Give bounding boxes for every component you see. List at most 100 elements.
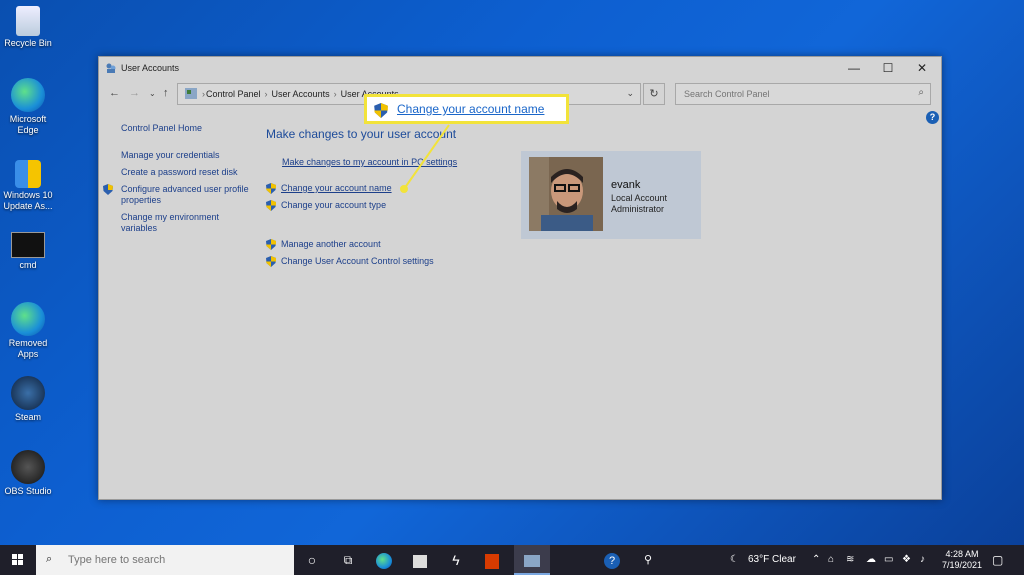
date: 7/19/2021 bbox=[941, 560, 983, 570]
notifications-icon[interactable]: ▢ bbox=[992, 545, 1003, 575]
maximize-button[interactable]: ☐ bbox=[871, 57, 905, 79]
desktop-icon-recycle-bin[interactable]: Recycle Bin bbox=[0, 6, 56, 49]
windows-shield-icon bbox=[15, 160, 41, 188]
account-kind: Local Account bbox=[611, 193, 668, 203]
breadcrumb-control-panel[interactable]: Control Panel bbox=[206, 89, 261, 99]
edge-icon bbox=[11, 78, 45, 112]
search-icon: ⌕ bbox=[46, 553, 53, 565]
manage-another-account-link[interactable]: Manage another account bbox=[281, 239, 381, 249]
title-bar[interactable]: User Accounts — ☐ ✕ bbox=[99, 57, 941, 79]
uac-shield-icon bbox=[374, 103, 388, 118]
breadcrumb-user-accounts[interactable]: User Accounts bbox=[272, 89, 330, 99]
minimize-button[interactable]: — bbox=[837, 57, 871, 79]
desktop-icon-label: Steam bbox=[14, 412, 41, 422]
store-icon[interactable] bbox=[402, 545, 438, 575]
taskbar: ⌕ ○ ⧉ ϟ ? ⚲ ☾ 63°F Clear ⌃ ⌂ ≋ ☁ ▭ ❖ ♪ 4… bbox=[0, 545, 1024, 575]
cortana-icon[interactable]: ○ bbox=[294, 545, 330, 575]
breadcrumb-chevron-icon: › bbox=[264, 89, 268, 99]
window-title: User Accounts bbox=[121, 63, 180, 73]
weather-moon-icon[interactable]: ☾ bbox=[730, 545, 739, 575]
uac-shield-icon bbox=[266, 183, 276, 195]
uac-shield-icon bbox=[103, 184, 113, 195]
time: 4:28 AM bbox=[945, 549, 979, 559]
address-dropdown-icon[interactable]: ⌄ bbox=[626, 88, 634, 99]
control-panel-home-link[interactable]: Control Panel Home bbox=[121, 123, 251, 134]
dropbox-icon[interactable]: ❖ bbox=[902, 545, 911, 575]
breadcrumb-chevron-icon: › bbox=[202, 89, 205, 99]
help-taskbar-icon[interactable]: ? bbox=[594, 545, 630, 575]
office-icon[interactable] bbox=[474, 545, 510, 575]
manage-credentials-link[interactable]: Manage your credentials bbox=[121, 150, 251, 161]
cloud-icon[interactable]: ☁ bbox=[866, 545, 876, 575]
close-button[interactable]: ✕ bbox=[905, 57, 939, 79]
refresh-icon[interactable]: ↻ bbox=[643, 83, 665, 105]
left-pane: Control Panel Home Manage your credentia… bbox=[103, 123, 251, 234]
recycle-bin-icon bbox=[16, 6, 40, 36]
uac-shield-icon bbox=[266, 200, 276, 212]
account-role: Administrator bbox=[611, 204, 665, 214]
user-name: evank bbox=[611, 179, 641, 191]
desktop-icon-windows-update[interactable]: Windows 10 Update As... bbox=[0, 160, 56, 212]
desktop-icon-label: Windows 10 Update As... bbox=[3, 190, 53, 211]
desktop-icon-cmd[interactable]: cmd bbox=[0, 232, 56, 271]
breadcrumb-chevron-icon: › bbox=[333, 89, 337, 99]
desktop-icon-obs[interactable]: OBS Studio bbox=[0, 450, 56, 497]
desktop-icon-label: OBS Studio bbox=[4, 486, 52, 496]
recent-chevron-icon[interactable]: ⌄ bbox=[149, 89, 156, 98]
up-arrow-icon[interactable]: ↑ bbox=[163, 87, 169, 99]
user-account-panel: evank Local Account Administrator bbox=[521, 151, 701, 239]
advanced-profile-link[interactable]: Configure advanced user profile properti… bbox=[121, 184, 251, 206]
callout-change-account-name-link[interactable]: Change your account name bbox=[397, 102, 544, 116]
start-windows-icon[interactable] bbox=[0, 545, 36, 575]
network-icon[interactable]: ⌂ bbox=[828, 545, 834, 575]
app-bolt-icon[interactable]: ϟ bbox=[438, 545, 474, 575]
taskbar-search-input[interactable] bbox=[66, 553, 280, 567]
desktop-icon-label: Microsoft Edge bbox=[9, 114, 47, 135]
edge-taskbar-icon[interactable] bbox=[366, 545, 402, 575]
password-reset-disk-link[interactable]: Create a password reset disk bbox=[121, 167, 251, 178]
user-accounts-icon bbox=[106, 63, 116, 73]
change-account-name-item[interactable]: Change your account name bbox=[266, 183, 392, 195]
search-icon[interactable]: ⌕ bbox=[918, 87, 924, 98]
user-account-type: Local Account Administrator bbox=[611, 193, 667, 215]
help-icon[interactable]: ? bbox=[926, 111, 939, 124]
manage-another-account-item[interactable]: Manage another account bbox=[266, 239, 381, 251]
volume-icon[interactable]: ♪ bbox=[920, 545, 925, 575]
uac-settings-item[interactable]: Change User Account Control settings bbox=[266, 256, 434, 268]
wifi-icon[interactable]: ≋ bbox=[846, 545, 854, 575]
obs-icon bbox=[11, 450, 45, 484]
weather-text[interactable]: 63°F Clear bbox=[748, 545, 796, 575]
highlight-callout: Change your account name bbox=[364, 94, 569, 124]
forward-arrow-icon[interactable]: → bbox=[129, 87, 140, 99]
search-box[interactable]: ⌕ bbox=[675, 83, 931, 105]
uac-settings-link[interactable]: Change User Account Control settings bbox=[281, 256, 434, 266]
tray-app-icon[interactable]: ▭ bbox=[884, 545, 893, 575]
control-panel-icon bbox=[185, 88, 197, 99]
change-account-type-link[interactable]: Change your account type bbox=[281, 200, 386, 210]
control-panel-taskbar-icon[interactable] bbox=[514, 545, 550, 575]
desktop-icon-label: Recycle Bin bbox=[4, 38, 52, 48]
steam-icon bbox=[11, 376, 45, 410]
people-icon[interactable]: ⚲ bbox=[630, 545, 666, 575]
user-photo-icon bbox=[529, 157, 603, 231]
environment-variables-link[interactable]: Change my environment variables bbox=[121, 212, 251, 234]
task-view-icon[interactable]: ⧉ bbox=[330, 545, 366, 575]
uac-shield-icon bbox=[266, 239, 276, 251]
pc-settings-link[interactable]: Make changes to my account in PC setting… bbox=[282, 157, 457, 167]
search-input[interactable] bbox=[682, 88, 906, 100]
back-arrow-icon[interactable]: ← bbox=[109, 87, 120, 99]
clock[interactable]: 4:28 AM 7/19/2021 bbox=[940, 549, 984, 571]
change-account-type-item[interactable]: Change your account type bbox=[266, 200, 386, 212]
avatar bbox=[529, 157, 603, 231]
edge-icon bbox=[11, 302, 45, 336]
terminal-icon bbox=[11, 232, 45, 258]
show-hidden-icons-icon[interactable]: ⌃ bbox=[812, 545, 820, 575]
desktop-icon-label: cmd bbox=[19, 260, 37, 270]
desktop-icon-removed-apps[interactable]: Removed Apps bbox=[0, 302, 56, 360]
change-account-name-link[interactable]: Change your account name bbox=[281, 183, 392, 193]
page-title: Make changes to your user account bbox=[266, 127, 457, 141]
taskbar-search[interactable]: ⌕ bbox=[36, 545, 294, 575]
desktop-icon-edge[interactable]: Microsoft Edge bbox=[0, 78, 56, 136]
desktop-icon-label: Removed Apps bbox=[8, 338, 48, 359]
desktop-icon-steam[interactable]: Steam bbox=[0, 376, 56, 423]
